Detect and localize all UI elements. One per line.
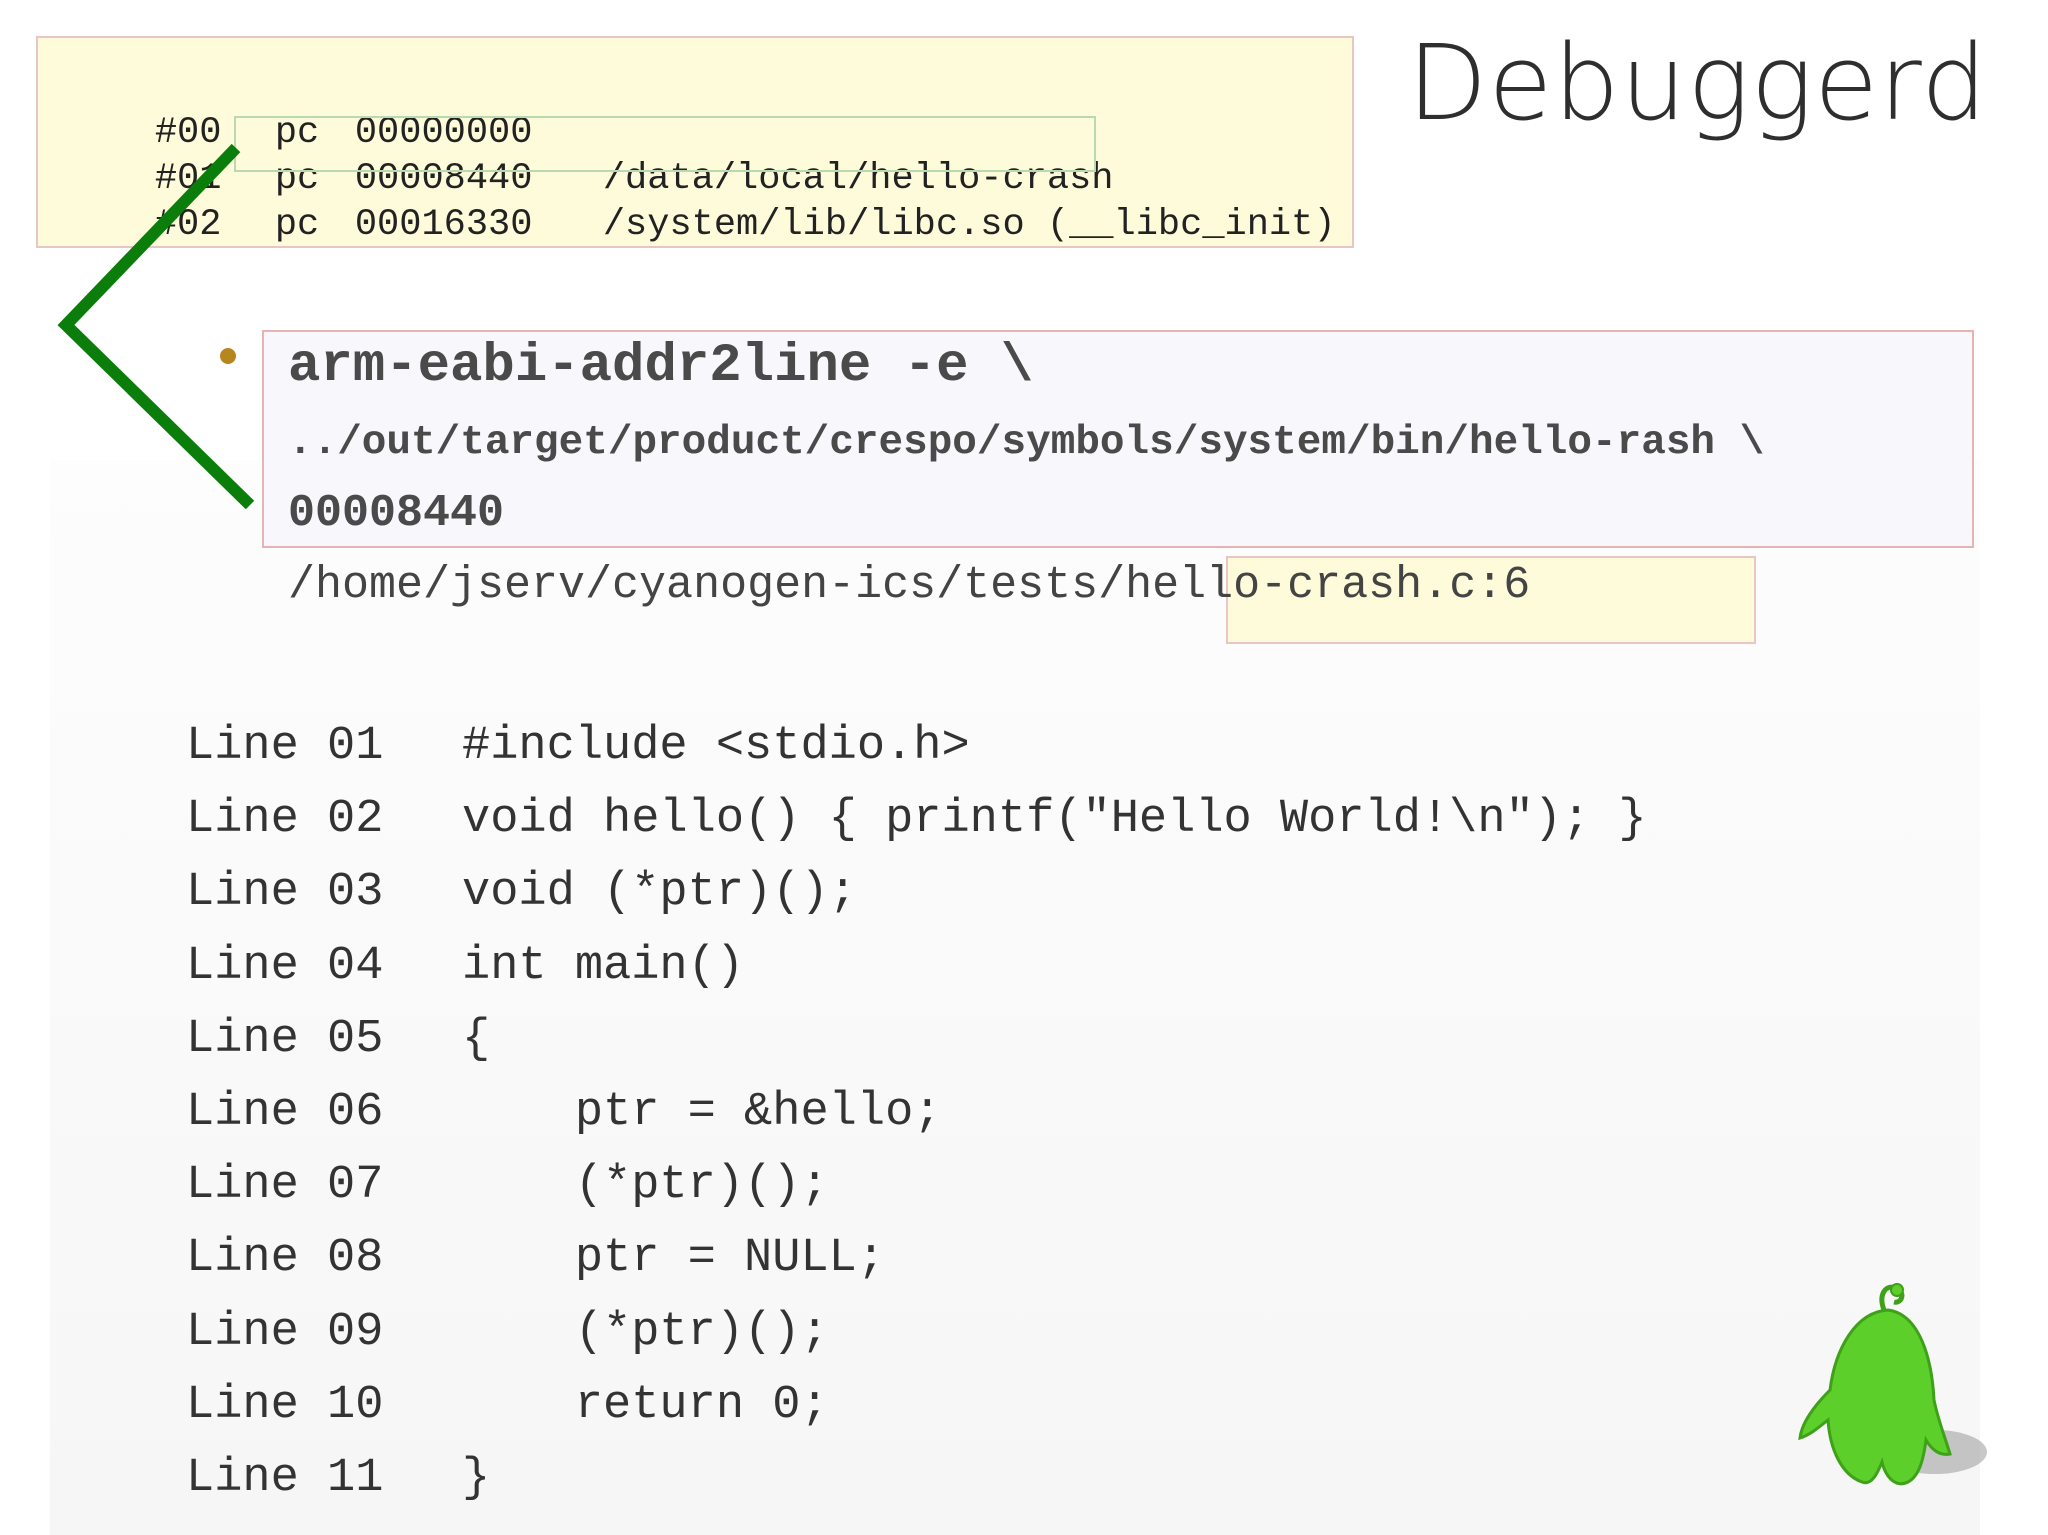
source-code: } (462, 1451, 491, 1505)
source-row: Line 06 ptr = &hello; (186, 1076, 1647, 1149)
command-line-3: 00008440 (288, 488, 505, 539)
command-line-1: arm-eabi-addr2line -e \ (288, 336, 1034, 397)
android-mascot-icon (1798, 1283, 1987, 1486)
line-number: Line 01 (186, 720, 384, 773)
pc-address: 00016330 (354, 204, 533, 246)
source-row: Line 07 (*ptr)(); (186, 1149, 1647, 1222)
line-number: Line 05 (186, 1012, 384, 1066)
addr2line-result: /home/jserv/cyanogen-ics/tests/hello-cra… (288, 560, 1531, 611)
green-chevron-arrow-icon (57, 143, 255, 510)
line-number: Line 08 (186, 1232, 384, 1286)
line-number: Line 10 (186, 1378, 384, 1432)
source-row: Line 01 #include <stdio.h> (186, 710, 1647, 783)
source-code: ptr = NULL; (462, 1232, 886, 1286)
source-code: { (462, 1012, 491, 1066)
source-row: Line 09 (*ptr)(); (186, 1296, 1647, 1369)
source-row: Line 05 { (186, 1003, 1647, 1076)
line-number: Line 11 (186, 1451, 384, 1505)
source-row: Line 04 int main() (186, 930, 1647, 1003)
source-row: Line 11} (186, 1442, 1647, 1515)
crash-frame-highlight (234, 116, 1096, 172)
line-number: Line 09 (186, 1305, 384, 1359)
line-number: Line 02 (186, 793, 384, 847)
source-code: return 0; (462, 1378, 829, 1432)
source-row: Line 02 void hello() { printf("Hello Worl… (186, 783, 1647, 856)
line-number: Line 03 (186, 866, 384, 920)
line-number: Line 04 (186, 939, 384, 993)
line-number: Line 07 (186, 1159, 384, 1213)
line-number: Line 06 (186, 1085, 384, 1139)
source-code: (*ptr)(); (462, 1305, 829, 1359)
source-code: void hello() { printf("Hello World!\n");… (462, 793, 1647, 847)
slide-title: Debuggerd (1407, 22, 1988, 144)
source-code: int main() (462, 939, 745, 993)
source-listing: Line 01 #include <stdio.h> Line 02 void he… (186, 710, 1647, 1515)
source-row: Line 08 ptr = NULL; (186, 1222, 1647, 1295)
source-code: #include <stdio.h> (462, 720, 970, 773)
library-path: /system/lib/libc.so (__libc_init) (602, 204, 1336, 246)
source-code: (*ptr)(); (462, 1159, 829, 1213)
source-row: Line 03 void (*ptr)(); (186, 856, 1647, 929)
command-line-2: ../out/target/product/crespo/symbols/sys… (288, 420, 1765, 466)
source-code: ptr = &hello; (462, 1085, 942, 1139)
source-code: void (*ptr)(); (462, 866, 857, 920)
source-row: Line 10 return 0; (186, 1369, 1647, 1442)
